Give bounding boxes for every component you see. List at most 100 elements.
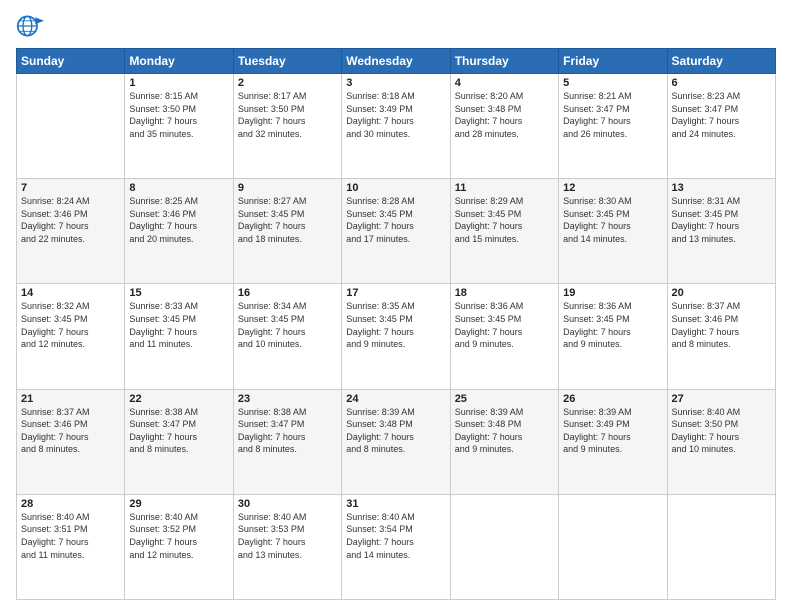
day-info: Sunrise: 8:38 AMSunset: 3:47 PMDaylight:… — [238, 406, 337, 456]
calendar-week-row: 1Sunrise: 8:15 AMSunset: 3:50 PMDaylight… — [17, 74, 776, 179]
day-info: Sunrise: 8:17 AMSunset: 3:50 PMDaylight:… — [238, 90, 337, 140]
calendar-day-header: Monday — [125, 49, 233, 74]
calendar-cell: 24Sunrise: 8:39 AMSunset: 3:48 PMDayligh… — [342, 389, 450, 494]
calendar-day-header: Friday — [559, 49, 667, 74]
calendar-header-row: SundayMondayTuesdayWednesdayThursdayFrid… — [17, 49, 776, 74]
day-info: Sunrise: 8:27 AMSunset: 3:45 PMDaylight:… — [238, 195, 337, 245]
calendar-cell — [559, 494, 667, 599]
calendar-cell: 17Sunrise: 8:35 AMSunset: 3:45 PMDayligh… — [342, 284, 450, 389]
day-number: 11 — [455, 182, 554, 194]
day-info: Sunrise: 8:15 AMSunset: 3:50 PMDaylight:… — [129, 90, 228, 140]
day-info: Sunrise: 8:33 AMSunset: 3:45 PMDaylight:… — [129, 300, 228, 350]
calendar-cell: 7Sunrise: 8:24 AMSunset: 3:46 PMDaylight… — [17, 179, 125, 284]
day-number: 10 — [346, 182, 445, 194]
day-number: 18 — [455, 287, 554, 299]
day-info: Sunrise: 8:25 AMSunset: 3:46 PMDaylight:… — [129, 195, 228, 245]
day-number: 20 — [672, 287, 771, 299]
day-number: 1 — [129, 77, 228, 89]
day-info: Sunrise: 8:37 AMSunset: 3:46 PMDaylight:… — [21, 406, 120, 456]
day-info: Sunrise: 8:18 AMSunset: 3:49 PMDaylight:… — [346, 90, 445, 140]
day-info: Sunrise: 8:36 AMSunset: 3:45 PMDaylight:… — [563, 300, 662, 350]
day-number: 29 — [129, 498, 228, 510]
calendar-cell: 9Sunrise: 8:27 AMSunset: 3:45 PMDaylight… — [233, 179, 341, 284]
day-info: Sunrise: 8:31 AMSunset: 3:45 PMDaylight:… — [672, 195, 771, 245]
day-info: Sunrise: 8:35 AMSunset: 3:45 PMDaylight:… — [346, 300, 445, 350]
calendar-cell: 26Sunrise: 8:39 AMSunset: 3:49 PMDayligh… — [559, 389, 667, 494]
calendar-week-row: 21Sunrise: 8:37 AMSunset: 3:46 PMDayligh… — [17, 389, 776, 494]
calendar-cell: 20Sunrise: 8:37 AMSunset: 3:46 PMDayligh… — [667, 284, 775, 389]
calendar-cell: 15Sunrise: 8:33 AMSunset: 3:45 PMDayligh… — [125, 284, 233, 389]
day-number: 15 — [129, 287, 228, 299]
calendar-cell — [17, 74, 125, 179]
day-number: 7 — [21, 182, 120, 194]
day-info: Sunrise: 8:40 AMSunset: 3:52 PMDaylight:… — [129, 511, 228, 561]
day-info: Sunrise: 8:21 AMSunset: 3:47 PMDaylight:… — [563, 90, 662, 140]
calendar-cell: 13Sunrise: 8:31 AMSunset: 3:45 PMDayligh… — [667, 179, 775, 284]
day-info: Sunrise: 8:30 AMSunset: 3:45 PMDaylight:… — [563, 195, 662, 245]
day-info: Sunrise: 8:38 AMSunset: 3:47 PMDaylight:… — [129, 406, 228, 456]
day-number: 17 — [346, 287, 445, 299]
calendar-cell: 2Sunrise: 8:17 AMSunset: 3:50 PMDaylight… — [233, 74, 341, 179]
day-info: Sunrise: 8:40 AMSunset: 3:53 PMDaylight:… — [238, 511, 337, 561]
day-number: 31 — [346, 498, 445, 510]
day-number: 21 — [21, 393, 120, 405]
logo — [16, 12, 48, 40]
calendar-day-header: Sunday — [17, 49, 125, 74]
day-number: 19 — [563, 287, 662, 299]
calendar-cell: 16Sunrise: 8:34 AMSunset: 3:45 PMDayligh… — [233, 284, 341, 389]
calendar-day-header: Wednesday — [342, 49, 450, 74]
calendar-cell: 21Sunrise: 8:37 AMSunset: 3:46 PMDayligh… — [17, 389, 125, 494]
calendar-table: SundayMondayTuesdayWednesdayThursdayFrid… — [16, 48, 776, 600]
day-info: Sunrise: 8:24 AMSunset: 3:46 PMDaylight:… — [21, 195, 120, 245]
day-info: Sunrise: 8:36 AMSunset: 3:45 PMDaylight:… — [455, 300, 554, 350]
calendar-cell: 19Sunrise: 8:36 AMSunset: 3:45 PMDayligh… — [559, 284, 667, 389]
day-number: 23 — [238, 393, 337, 405]
calendar-week-row: 28Sunrise: 8:40 AMSunset: 3:51 PMDayligh… — [17, 494, 776, 599]
calendar-cell: 18Sunrise: 8:36 AMSunset: 3:45 PMDayligh… — [450, 284, 558, 389]
day-info: Sunrise: 8:29 AMSunset: 3:45 PMDaylight:… — [455, 195, 554, 245]
day-number: 6 — [672, 77, 771, 89]
calendar-week-row: 14Sunrise: 8:32 AMSunset: 3:45 PMDayligh… — [17, 284, 776, 389]
calendar-cell: 23Sunrise: 8:38 AMSunset: 3:47 PMDayligh… — [233, 389, 341, 494]
calendar-cell: 10Sunrise: 8:28 AMSunset: 3:45 PMDayligh… — [342, 179, 450, 284]
day-number: 26 — [563, 393, 662, 405]
calendar-week-row: 7Sunrise: 8:24 AMSunset: 3:46 PMDaylight… — [17, 179, 776, 284]
calendar-cell: 1Sunrise: 8:15 AMSunset: 3:50 PMDaylight… — [125, 74, 233, 179]
calendar-cell: 29Sunrise: 8:40 AMSunset: 3:52 PMDayligh… — [125, 494, 233, 599]
logo-icon — [16, 12, 44, 40]
calendar-cell: 14Sunrise: 8:32 AMSunset: 3:45 PMDayligh… — [17, 284, 125, 389]
day-info: Sunrise: 8:37 AMSunset: 3:46 PMDaylight:… — [672, 300, 771, 350]
day-number: 8 — [129, 182, 228, 194]
calendar-cell: 8Sunrise: 8:25 AMSunset: 3:46 PMDaylight… — [125, 179, 233, 284]
day-number: 4 — [455, 77, 554, 89]
calendar-cell: 12Sunrise: 8:30 AMSunset: 3:45 PMDayligh… — [559, 179, 667, 284]
day-number: 9 — [238, 182, 337, 194]
day-number: 5 — [563, 77, 662, 89]
day-number: 28 — [21, 498, 120, 510]
calendar-day-header: Tuesday — [233, 49, 341, 74]
day-number: 12 — [563, 182, 662, 194]
calendar-cell: 30Sunrise: 8:40 AMSunset: 3:53 PMDayligh… — [233, 494, 341, 599]
calendar-cell: 11Sunrise: 8:29 AMSunset: 3:45 PMDayligh… — [450, 179, 558, 284]
day-info: Sunrise: 8:34 AMSunset: 3:45 PMDaylight:… — [238, 300, 337, 350]
day-info: Sunrise: 8:39 AMSunset: 3:48 PMDaylight:… — [346, 406, 445, 456]
day-info: Sunrise: 8:32 AMSunset: 3:45 PMDaylight:… — [21, 300, 120, 350]
day-info: Sunrise: 8:40 AMSunset: 3:51 PMDaylight:… — [21, 511, 120, 561]
calendar-cell: 3Sunrise: 8:18 AMSunset: 3:49 PMDaylight… — [342, 74, 450, 179]
calendar-cell: 22Sunrise: 8:38 AMSunset: 3:47 PMDayligh… — [125, 389, 233, 494]
day-info: Sunrise: 8:23 AMSunset: 3:47 PMDaylight:… — [672, 90, 771, 140]
calendar-cell: 6Sunrise: 8:23 AMSunset: 3:47 PMDaylight… — [667, 74, 775, 179]
day-number: 27 — [672, 393, 771, 405]
day-info: Sunrise: 8:39 AMSunset: 3:48 PMDaylight:… — [455, 406, 554, 456]
calendar-cell: 27Sunrise: 8:40 AMSunset: 3:50 PMDayligh… — [667, 389, 775, 494]
day-number: 13 — [672, 182, 771, 194]
header — [16, 12, 776, 40]
page: SundayMondayTuesdayWednesdayThursdayFrid… — [0, 0, 792, 612]
calendar-day-header: Thursday — [450, 49, 558, 74]
day-number: 22 — [129, 393, 228, 405]
calendar-cell: 4Sunrise: 8:20 AMSunset: 3:48 PMDaylight… — [450, 74, 558, 179]
day-number: 25 — [455, 393, 554, 405]
day-info: Sunrise: 8:40 AMSunset: 3:54 PMDaylight:… — [346, 511, 445, 561]
day-info: Sunrise: 8:20 AMSunset: 3:48 PMDaylight:… — [455, 90, 554, 140]
calendar-cell — [667, 494, 775, 599]
